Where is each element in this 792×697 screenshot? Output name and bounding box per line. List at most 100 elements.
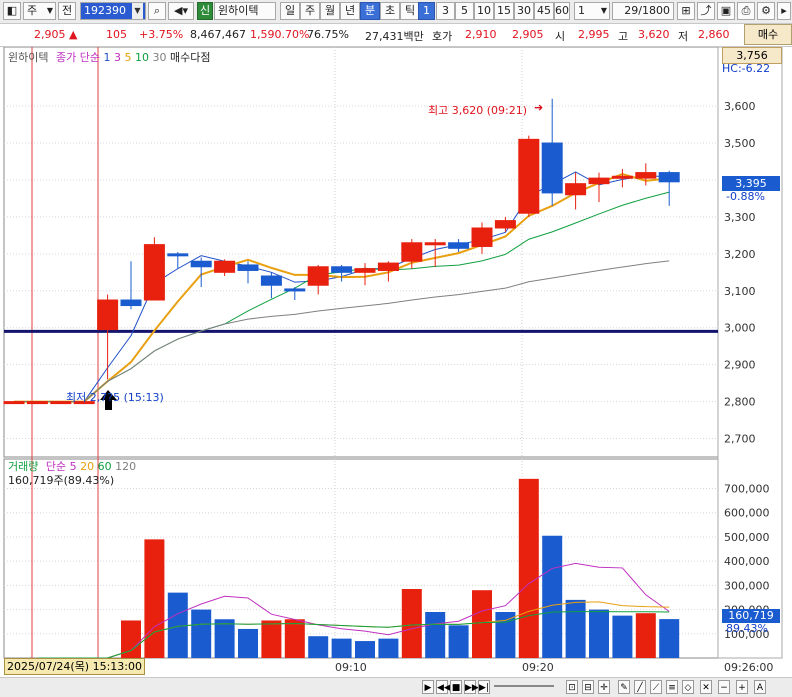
period-button-day[interactable]: 일 [280, 2, 300, 20]
volume-bar [261, 620, 282, 658]
chart-area[interactable]: 2,7002,8002,9003,0003,1003,2003,3003,400… [0, 46, 792, 677]
candle-body [611, 175, 633, 179]
period-button-year[interactable]: 년 [340, 2, 360, 20]
save-icon[interactable]: ▣ [717, 2, 735, 20]
stop-icon[interactable]: ■ [450, 680, 462, 694]
candle-body [237, 264, 259, 271]
y-tick-label: 3,300 [724, 211, 756, 224]
current-price-tag: 3,395 [722, 176, 780, 191]
trend-line-icon[interactable]: ⟋ [650, 680, 662, 694]
minute-button-3[interactable]: 3 [436, 2, 455, 20]
buy-button[interactable]: 매수 [744, 24, 792, 45]
trend-icon[interactable]: ⤴ [697, 2, 715, 20]
candle-body [635, 172, 657, 179]
chart-svg[interactable]: 2,7002,8002,9003,0003,1003,2003,3003,400… [0, 46, 792, 677]
period-button-second[interactable]: 초 [380, 2, 400, 20]
open-price: 2,995 [578, 28, 610, 41]
x-tick-label: 09:20 [522, 661, 554, 674]
text-size-icon[interactable]: A [754, 680, 766, 694]
minute-button-1[interactable]: 1 [418, 2, 435, 20]
volume-bar [214, 619, 235, 658]
search-icon[interactable]: ⌕ [148, 2, 166, 20]
zoom-fit-icon[interactable]: ⊡ [566, 680, 578, 694]
volume-bar [518, 478, 539, 658]
zoom-in-icon[interactable]: + [736, 680, 748, 694]
period-button-minute[interactable]: 분 [360, 2, 380, 20]
period-button-tick[interactable]: 틱 [400, 2, 420, 20]
minute-button-5[interactable]: 5 [455, 2, 474, 20]
minute-button-60[interactable]: 60 [554, 2, 570, 20]
price-legend: 윈하이텍 종가 단순 1 3 5 10 30 매수다점 [8, 49, 210, 65]
volume-tick-label: 400,000 [724, 555, 770, 568]
candle-body [120, 299, 142, 307]
candle-body [26, 401, 48, 405]
candle-body [331, 266, 353, 273]
volume-tick-label: 700,000 [724, 483, 770, 496]
scroll-slider[interactable] [494, 685, 554, 687]
prev-button[interactable]: 전 [58, 2, 76, 20]
price-legend-period: 5 [124, 51, 132, 64]
period-button-week[interactable]: 주 [300, 2, 320, 20]
current-pct-tag: -0.88% [726, 190, 765, 203]
candle-body [448, 242, 470, 249]
speaker-icon[interactable]: ◀▾ [168, 2, 194, 20]
ask-price: 2,910 [465, 28, 497, 41]
y-tick-label: 3,200 [724, 248, 756, 261]
candle-body [167, 253, 189, 257]
minute-button-30[interactable]: 30 [514, 2, 534, 20]
grid-settings-icon[interactable]: ⊞ [677, 2, 695, 20]
candle-body [377, 262, 399, 271]
layout-icon[interactable]: ◧ [3, 2, 21, 20]
current-volume-tag: 160,719 [722, 609, 780, 623]
chevron-down-icon: ▼ [600, 6, 607, 15]
chevron-down-icon: ▼ [46, 6, 53, 15]
bid-label: 호가 [432, 30, 453, 43]
play-icon[interactable]: ▶ [422, 680, 434, 694]
chevron-down-icon[interactable]: ▼ [132, 3, 143, 19]
expand-icon[interactable]: ▸ [777, 2, 791, 20]
candle-body [143, 244, 165, 301]
quote-bar: 2,905 ▲ 105 +3.75% 8,467,467 1,590.70% 7… [0, 24, 792, 47]
volume-bar [589, 609, 609, 658]
crosshair-icon[interactable]: ✛ [598, 680, 610, 694]
candle-body [565, 183, 587, 196]
volume-bar [472, 590, 492, 658]
volume-bar [355, 641, 375, 658]
price-legend-signal: 매수다점 [169, 51, 211, 64]
period-mode-select[interactable]: 주 ▼ [23, 2, 56, 20]
fib-icon[interactable]: ≡ [666, 680, 678, 694]
zoom-out-icon[interactable]: − [718, 680, 730, 694]
x-tick-label: 09:26:00 [724, 661, 773, 674]
line-icon[interactable]: ╱ [634, 680, 646, 694]
volume-bar [401, 589, 422, 658]
stock-code-input[interactable]: 192390 ▼ [80, 2, 146, 20]
low-annotation: 최저 2,7?5 (15:13) [66, 391, 164, 404]
shape-icon[interactable]: ◇ [682, 680, 694, 694]
bid-price: 2,905 [512, 28, 544, 41]
toolbar: ◧ 주 ▼ 전 192390 ▼ ⌕ ◀▾ 신 윈하이텍 일 주 월 년 분 초 틱… [0, 0, 792, 24]
price-legend-period: 1 [103, 51, 111, 64]
candle-body [3, 401, 25, 405]
unit-select[interactable]: 1 ▼ [574, 2, 610, 20]
end-icon[interactable]: ▶| [478, 680, 490, 694]
print-icon[interactable]: ⎙ [737, 2, 755, 20]
y-tick-label: 2,900 [724, 359, 756, 372]
delete-icon[interactable]: ✕ [700, 680, 712, 694]
period-button-month[interactable]: 월 [320, 2, 340, 20]
volume-ratio: 1,590.70% [250, 28, 310, 41]
settings-icon[interactable]: ⚙ [757, 2, 775, 20]
current-price: 2,905 [34, 28, 66, 41]
volume-bar [238, 628, 258, 658]
draw-icon[interactable]: ✎ [618, 680, 630, 694]
candle-body [354, 268, 376, 273]
unit-value: 1 [578, 4, 585, 17]
high-price: 3,620 [638, 28, 670, 41]
volume-bar [659, 619, 680, 658]
rewind-icon[interactable]: ◀◀ [436, 680, 451, 694]
forward-icon[interactable]: ▶▶ [464, 680, 479, 694]
status-bar: ▶ ◀◀ ■ ▶▶ ▶| ⊡ ⊟ ✛ ✎ ╱ ⟋ ≡ ◇ ✕ − + A [0, 677, 792, 697]
minute-button-15[interactable]: 15 [494, 2, 514, 20]
minute-button-10[interactable]: 10 [474, 2, 494, 20]
minute-button-45[interactable]: 45 [534, 2, 554, 20]
zoom-area-icon[interactable]: ⊟ [582, 680, 594, 694]
